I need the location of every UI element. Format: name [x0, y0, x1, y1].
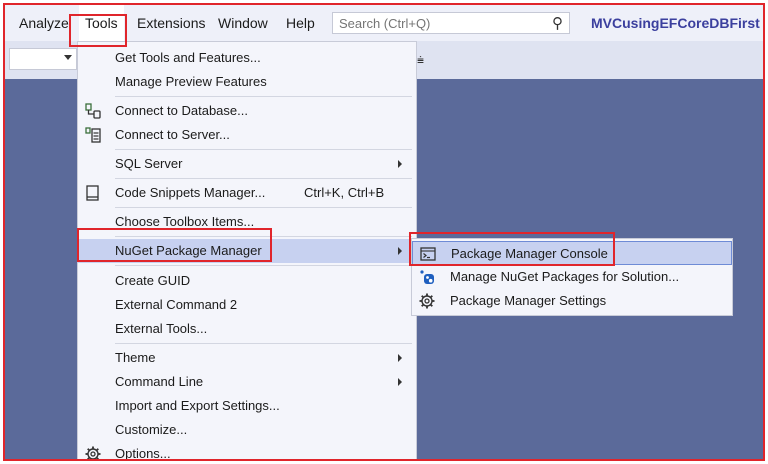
gear-icon [418, 292, 436, 310]
menu-item-label: External Tools... [115, 321, 208, 336]
menu-item-create-guid[interactable]: Create GUID [78, 269, 416, 293]
menu-item-label: Command Line [115, 374, 204, 389]
nuget-submenu: Package Manager Console Manage NuGet Pac… [411, 238, 733, 316]
menu-window[interactable]: Window [212, 5, 274, 41]
search-input[interactable] [339, 15, 539, 31]
window-frame: Analyze Tools Extensions Window Help ⚲ M… [3, 3, 765, 461]
menu-item-label: External Command 2 [115, 297, 238, 312]
menu-item-label: Connect to Database... [115, 103, 248, 118]
menu-item-shortcut: Ctrl+K, Ctrl+B [304, 185, 385, 200]
menu-item-label: Theme [115, 350, 156, 365]
search-icon[interactable]: ⚲ [552, 14, 563, 32]
menu-analyze[interactable]: Analyze [13, 5, 75, 41]
menu-separator [115, 149, 412, 150]
menu-item-label: NuGet Package Manager [115, 243, 262, 258]
submenu-item-manage-nuget-packages[interactable]: Manage NuGet Packages for Solution... [412, 265, 732, 289]
menu-item-connect-database[interactable]: Connect to Database... [78, 99, 416, 123]
menu-item-sql-server[interactable]: SQL Server [78, 152, 416, 176]
nuget-icon [418, 268, 436, 286]
menu-separator [115, 96, 412, 97]
menu-item-label: Create GUID [115, 273, 191, 288]
menu-item-manage-preview[interactable]: Manage Preview Features [78, 70, 416, 94]
menu-separator [115, 207, 412, 208]
menu-separator [115, 236, 412, 237]
menu-item-label: Customize... [115, 422, 188, 437]
menu-item-label: SQL Server [115, 156, 183, 171]
menu-item-label: Code Snippets Manager... [115, 185, 266, 200]
menu-item-get-tools[interactable]: Get Tools and Features... [78, 46, 416, 70]
menu-item-customize[interactable]: Customize... [78, 418, 416, 442]
menu-item-choose-toolbox[interactable]: Choose Toolbox Items... [78, 210, 416, 234]
submenu-item-package-manager-console[interactable]: Package Manager Console [412, 241, 732, 265]
menu-help[interactable]: Help [280, 5, 321, 41]
menu-item-nuget-package-manager[interactable]: NuGet Package Manager [78, 239, 416, 263]
menu-item-import-export[interactable]: Import and Export Settings... [78, 394, 416, 418]
menu-item-label: Get Tools and Features... [115, 50, 261, 65]
menu-bar: Analyze Tools Extensions Window Help ⚲ M… [5, 5, 763, 41]
snippet-icon [84, 184, 102, 202]
menu-item-label: Connect to Server... [115, 127, 230, 142]
menu-item-label: Manage Preview Features [115, 74, 267, 89]
menu-tools[interactable]: Tools [79, 5, 124, 41]
project-name: MVCusingEFCoreDBFirst [591, 15, 760, 31]
configuration-combo[interactable] [9, 48, 77, 70]
submenu-arrow-icon [398, 378, 402, 386]
menu-extensions[interactable]: Extensions [131, 5, 211, 41]
submenu-item-package-manager-settings[interactable]: Package Manager Settings [412, 289, 732, 313]
submenu-arrow-icon [398, 160, 402, 168]
submenu-item-label: Package Manager Settings [450, 293, 607, 308]
menu-item-connect-server[interactable]: Connect to Server... [78, 123, 416, 147]
menu-item-command-line[interactable]: Command Line [78, 370, 416, 394]
server-connect-icon [84, 126, 102, 144]
chevron-down-icon [64, 55, 72, 60]
menu-item-theme[interactable]: Theme [78, 346, 416, 370]
submenu-item-label: Manage NuGet Packages for Solution... [450, 269, 680, 284]
menu-item-label: Import and Export Settings... [115, 398, 280, 413]
gear-icon [84, 445, 102, 459]
menu-item-external-command-2[interactable]: External Command 2 [78, 293, 416, 317]
tools-menu: Get Tools and Features... Manage Preview… [77, 41, 417, 461]
submenu-arrow-icon [398, 247, 402, 255]
menu-separator [115, 178, 412, 179]
console-icon [419, 245, 437, 263]
menu-separator [115, 265, 412, 266]
search-box[interactable]: ⚲ [332, 12, 570, 34]
menu-separator [115, 343, 412, 344]
menu-item-label: Options... [115, 446, 171, 461]
database-connect-icon [84, 102, 102, 120]
menu-item-external-tools[interactable]: External Tools... [78, 317, 416, 341]
submenu-arrow-icon [398, 354, 402, 362]
menu-item-options[interactable]: Options... [78, 442, 416, 461]
menu-item-code-snippets[interactable]: Code Snippets Manager... Ctrl+K, Ctrl+B [78, 181, 416, 205]
submenu-item-label: Package Manager Console [451, 246, 608, 261]
toolbar-overflow-icon[interactable]: ⩧ [417, 53, 424, 68]
menu-item-label: Choose Toolbox Items... [115, 214, 255, 229]
